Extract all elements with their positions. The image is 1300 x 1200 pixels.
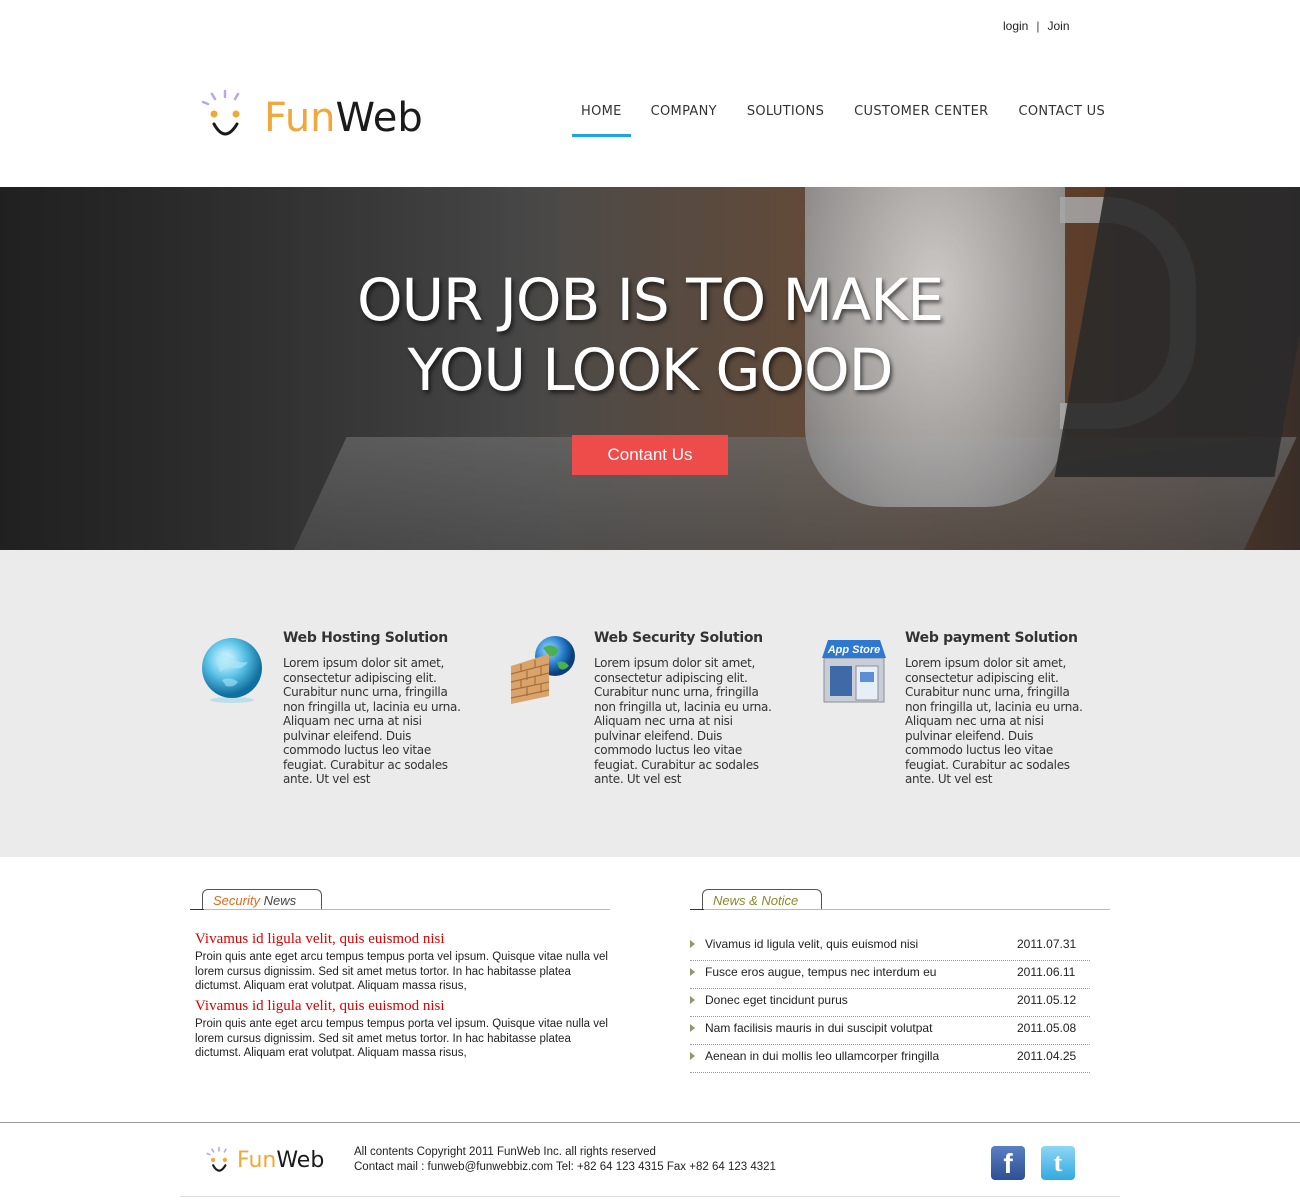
smile-logo-icon bbox=[201, 89, 240, 136]
app-store-icon: App Store bbox=[822, 640, 886, 703]
hero-title-line1: OUR JOB IS TO MAKE bbox=[356, 266, 944, 334]
notice-title[interactable]: Nam facilisis mauris in dui suscipit vol… bbox=[705, 1018, 932, 1038]
notice-item[interactable]: Donec eget tincidunt purus 2011.05.12 bbox=[690, 990, 1090, 1017]
footer-logo-wordmark: FunWeb bbox=[237, 1146, 324, 1176]
globe-icon bbox=[202, 638, 262, 703]
notice-date: 2011.06.11 bbox=[1017, 965, 1076, 979]
nav-item-solutions[interactable]: SOLUTIONS bbox=[747, 104, 824, 137]
app-store-icon-label: App Store bbox=[827, 644, 881, 656]
security-post: Vivamus id ligula velit, quis euismod ni… bbox=[195, 930, 615, 994]
footer-logo-web: Web bbox=[276, 1148, 325, 1173]
bullet-arrow-icon bbox=[690, 968, 695, 976]
hero-title: OUR JOB IS TO MAKE YOU LOOK GOOD bbox=[0, 265, 1300, 405]
contact-us-button[interactable]: Contant Us bbox=[572, 435, 728, 475]
logo-web-text: Web bbox=[335, 95, 423, 141]
main-nav: HOME COMPANY SOLUTIONS CUSTOMER CENTER C… bbox=[572, 104, 1105, 137]
bullet-arrow-icon bbox=[690, 1052, 695, 1060]
tab-underline-dark bbox=[190, 909, 204, 910]
tab-security-news[interactable]: Security News bbox=[202, 889, 322, 910]
login-link[interactable]: login bbox=[1003, 19, 1028, 33]
footer-copyright: All contents Copyright 2011 FunWeb Inc. … bbox=[354, 1146, 656, 1158]
feature-title: Web Hosting Solution bbox=[283, 630, 448, 646]
nav-item-company[interactable]: COMPANY bbox=[651, 104, 717, 137]
footer-info: All contents Copyright 2011 FunWeb Inc. … bbox=[354, 1145, 776, 1175]
notice-date: 2011.04.25 bbox=[1017, 1049, 1077, 1063]
notice-date: 2011.07.31 bbox=[1017, 937, 1077, 951]
notice-title[interactable]: Fusce eros augue, tempus nec interdum eu bbox=[705, 962, 936, 982]
nav-item-contact-us[interactable]: CONTACT US bbox=[1018, 104, 1105, 137]
tab-security-label: Security bbox=[213, 893, 260, 908]
footer-contact: Contact mail : funweb@funwebbiz.com Tel:… bbox=[354, 1161, 776, 1173]
tab-underline-dark bbox=[690, 909, 704, 910]
notice-item[interactable]: Fusce eros augue, tempus nec interdum eu… bbox=[690, 962, 1090, 989]
notice-list: Vivamus id ligula velit, quis euismod ni… bbox=[690, 934, 1090, 1074]
feature-title: Web payment Solution bbox=[905, 630, 1078, 646]
bullet-arrow-icon bbox=[690, 996, 695, 1004]
security-post: Vivamus id ligula velit, quis euismod ni… bbox=[195, 997, 615, 1061]
footer-logo[interactable]: FunWeb bbox=[205, 1146, 345, 1176]
top-links: login | Join bbox=[1003, 19, 1070, 33]
nav-item-customer-center[interactable]: CUSTOMER CENTER bbox=[854, 104, 988, 137]
security-post-text: Proin quis ante eget arcu tempus tempus … bbox=[195, 1018, 608, 1059]
firewall-globe-icon bbox=[510, 636, 575, 704]
footer-bottom-line bbox=[180, 1196, 1120, 1197]
site-logo[interactable]: FunWeb bbox=[200, 88, 460, 148]
notice-item[interactable]: Vivamus id ligula velit, quis euismod ni… bbox=[690, 934, 1090, 961]
smile-logo-icon bbox=[206, 1146, 228, 1172]
feature-text: Lorem ipsum dolor sit amet, consectetur … bbox=[594, 656, 772, 786]
logo-wordmark: FunWeb bbox=[264, 94, 423, 142]
notice-title[interactable]: Donec eget tincidunt purus bbox=[705, 990, 848, 1010]
tab-news-notice[interactable]: News & Notice bbox=[702, 889, 822, 910]
footer-divider bbox=[0, 1122, 1300, 1123]
notice-item[interactable]: Nam facilisis mauris in dui suscipit vol… bbox=[690, 1018, 1090, 1045]
join-link[interactable]: Join bbox=[1047, 19, 1069, 33]
security-post-title[interactable]: Vivamus id ligula velit, quis euismod ni… bbox=[195, 931, 445, 947]
bullet-arrow-icon bbox=[690, 1024, 695, 1032]
hero-title-line2: YOU LOOK GOOD bbox=[407, 336, 894, 404]
twitter-icon[interactable]: t bbox=[1041, 1146, 1075, 1180]
tab-underline bbox=[690, 909, 1110, 910]
top-links-separator: | bbox=[1036, 19, 1040, 33]
facebook-icon[interactable]: f bbox=[991, 1146, 1025, 1180]
tab-underline bbox=[190, 909, 610, 910]
bullet-arrow-icon bbox=[690, 940, 695, 948]
notice-date: 2011.05.08 bbox=[1017, 1021, 1077, 1035]
feature-text: Lorem ipsum dolor sit amet, consectetur … bbox=[283, 656, 461, 786]
notice-item[interactable]: Aenean in dui mollis leo ullamcorper fri… bbox=[690, 1046, 1090, 1073]
feature-text: Lorem ipsum dolor sit amet, consectetur … bbox=[905, 656, 1083, 786]
notice-title[interactable]: Aenean in dui mollis leo ullamcorper fri… bbox=[705, 1046, 939, 1066]
security-post-title[interactable]: Vivamus id ligula velit, quis euismod ni… bbox=[195, 998, 445, 1014]
notice-date: 2011.05.12 bbox=[1017, 993, 1077, 1007]
security-post-text: Proin quis ante eget arcu tempus tempus … bbox=[195, 951, 608, 992]
nav-item-home[interactable]: HOME bbox=[572, 104, 631, 137]
tab-news-label: News bbox=[263, 893, 297, 908]
footer-logo-fun: Fun bbox=[237, 1148, 277, 1173]
features-section: Web Hosting Solution Lorem ipsum dolor s… bbox=[0, 550, 1300, 857]
hero-banner: OUR JOB IS TO MAKE YOU LOOK GOOD Contant… bbox=[0, 187, 1300, 550]
feature-title: Web Security Solution bbox=[594, 630, 763, 646]
notice-title[interactable]: Vivamus id ligula velit, quis euismod ni… bbox=[705, 934, 918, 954]
logo-fun-text: Fun bbox=[264, 95, 336, 141]
